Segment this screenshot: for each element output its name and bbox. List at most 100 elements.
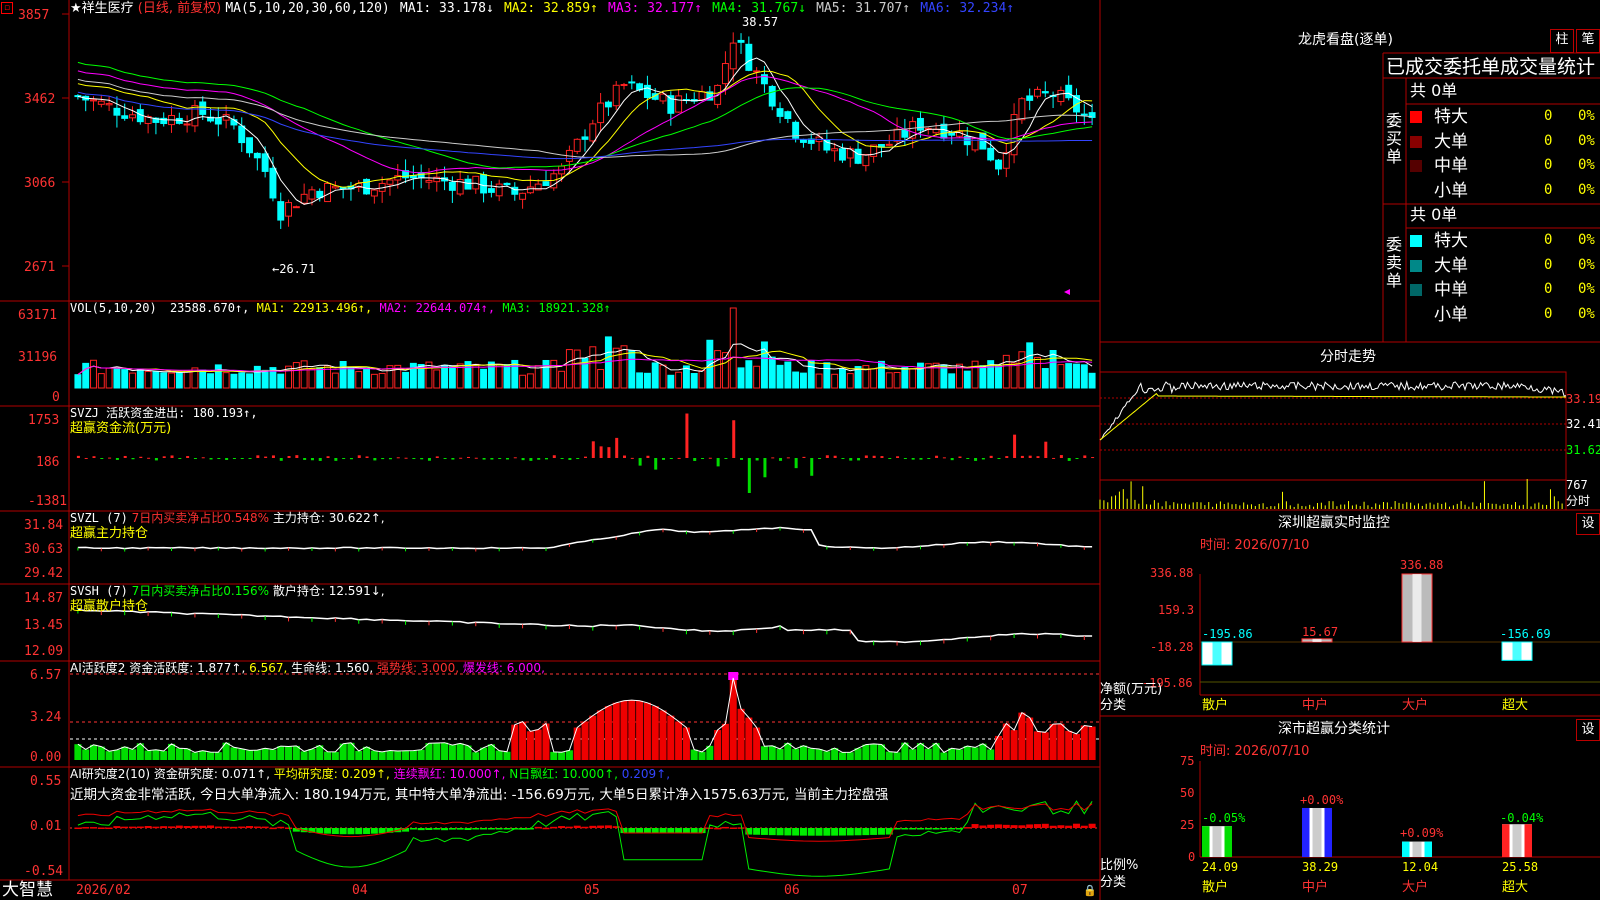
research-bar bbox=[183, 826, 191, 828]
fund-flow-bar bbox=[693, 458, 697, 461]
bar-mode-button[interactable]: 柱 bbox=[1550, 29, 1574, 53]
fund-flow-bar bbox=[443, 458, 447, 459]
activity-bar bbox=[862, 744, 870, 760]
classify-delta-label: +0.09% bbox=[1400, 826, 1444, 840]
ai-research-red: 连续飘红: 10.000↑, bbox=[393, 767, 506, 781]
volume-bar bbox=[643, 372, 651, 389]
classify-settings-button[interactable]: 设 bbox=[1576, 719, 1600, 741]
ai-active-header: AI活跃度2 资金活跃度: 1.877↑, 6.567, 生命线: 1.560,… bbox=[70, 661, 545, 676]
fund-flow-bar bbox=[427, 458, 431, 461]
research-bar bbox=[409, 828, 417, 830]
candle-body bbox=[300, 193, 308, 204]
research-bar bbox=[682, 828, 690, 834]
candle-body bbox=[487, 188, 495, 193]
volume-bar bbox=[542, 359, 550, 389]
stock-name[interactable]: ★祥生医疗 bbox=[70, 1, 134, 16]
volume-bar bbox=[885, 372, 893, 389]
research-bar bbox=[355, 828, 363, 835]
activity-bar bbox=[1018, 712, 1026, 760]
activity-bar bbox=[542, 723, 550, 760]
fund-flow-bar bbox=[217, 458, 221, 459]
main-chart-canvas[interactable] bbox=[0, 0, 1600, 900]
intraday-title[interactable]: 分时走势 bbox=[1320, 350, 1376, 365]
monitor-category: 中户 bbox=[1302, 698, 1329, 713]
vol-title: VOL(5,10,20) bbox=[70, 301, 157, 315]
fund-flow-bar bbox=[388, 458, 392, 460]
volume-bar bbox=[815, 373, 823, 389]
candle-body bbox=[292, 206, 300, 209]
fund-flow-bar bbox=[225, 458, 229, 460]
candle-body bbox=[121, 115, 129, 119]
ai-research-header: AI研究度2(10) 资金研究度: 0.071↑, 平均研究度: 0.209↑,… bbox=[70, 767, 670, 782]
activity-bar bbox=[253, 750, 261, 760]
order-row: 中单 0 0% bbox=[1406, 154, 1600, 178]
fund-flow-bar bbox=[498, 458, 502, 459]
activity-bar bbox=[604, 706, 612, 760]
activity-bar bbox=[979, 743, 987, 760]
research-bar bbox=[597, 825, 605, 828]
fund-flow-bar bbox=[318, 458, 322, 461]
candle-body bbox=[495, 183, 503, 197]
fund-flow-bar bbox=[927, 458, 931, 459]
fund-flow-bar bbox=[763, 458, 767, 478]
fund-flow-bar bbox=[1075, 458, 1079, 459]
research-bar bbox=[589, 825, 597, 828]
order-percent: 0% bbox=[1578, 305, 1595, 322]
order-size-label: 中单 bbox=[1434, 280, 1468, 300]
fund-flow-bar bbox=[911, 458, 915, 460]
order-row: 小单 0 0% bbox=[1406, 303, 1600, 327]
classify-delta-label: -0.05% bbox=[1202, 811, 1246, 825]
order-row: 大单 0 0% bbox=[1406, 130, 1600, 154]
fund-flow-bar bbox=[771, 457, 775, 459]
volume-bar bbox=[971, 360, 979, 389]
brand-label[interactable]: 大智慧 bbox=[2, 880, 53, 900]
classify-bar-shine bbox=[1312, 807, 1322, 857]
candle-body bbox=[589, 123, 597, 142]
dragon-tab-title[interactable]: 已成交委托单成交量统计 bbox=[1386, 56, 1595, 78]
fund-flow-bar bbox=[935, 455, 939, 458]
candle-body bbox=[370, 189, 378, 197]
candle-body bbox=[97, 100, 105, 105]
volume-bar bbox=[745, 360, 753, 389]
research-bar bbox=[1088, 823, 1096, 828]
monitor-title: 深圳超赢实时监控 bbox=[1278, 515, 1390, 531]
candle-body bbox=[1080, 113, 1088, 116]
volume-bar bbox=[784, 361, 792, 389]
activity-bar bbox=[870, 743, 878, 760]
fund-flow-bar bbox=[552, 455, 556, 458]
activity-bar bbox=[300, 751, 308, 760]
fund-flow-bar bbox=[1020, 455, 1024, 458]
candle-body bbox=[331, 185, 339, 189]
monitor-settings-button[interactable]: 设 bbox=[1576, 513, 1600, 535]
lock-icon[interactable]: 🔒 bbox=[1083, 883, 1097, 898]
ai-active-axis-label: 3.24 bbox=[30, 710, 62, 725]
candle-body bbox=[995, 159, 1002, 170]
research-bar bbox=[363, 828, 371, 834]
candle-body bbox=[230, 119, 238, 126]
fund-flow-bar bbox=[279, 458, 283, 461]
fund-flow-bar bbox=[513, 457, 517, 459]
volume-bar bbox=[1080, 364, 1088, 389]
corner-menu-button[interactable]: ▫ bbox=[1, 2, 13, 14]
order-count: 0 bbox=[1544, 157, 1553, 173]
fund-flow-bar bbox=[334, 458, 338, 461]
research-bar bbox=[784, 828, 792, 836]
research-bar bbox=[948, 828, 956, 830]
svsh-subtitle: 超赢散户持仓 bbox=[70, 599, 149, 614]
fund-flow-bar bbox=[1067, 458, 1071, 461]
fund-flow-bar bbox=[264, 456, 268, 458]
candle-body bbox=[620, 84, 628, 87]
fund-flow-bar bbox=[186, 456, 190, 458]
fund-flow-bar bbox=[958, 456, 962, 458]
research-bar bbox=[831, 828, 839, 836]
svzl-subtitle: 超赢主力持仓 bbox=[70, 526, 149, 541]
tick-mode-button[interactable]: 笔 bbox=[1576, 29, 1600, 53]
fund-flow-bar bbox=[646, 455, 650, 458]
research-bar bbox=[768, 828, 776, 836]
candle-body bbox=[675, 95, 683, 113]
chart-mode-label[interactable]: (日线, 前复权) bbox=[138, 1, 221, 16]
research-bar bbox=[776, 828, 784, 836]
candle-body bbox=[183, 123, 191, 126]
research-bar bbox=[246, 826, 254, 828]
activity-bar bbox=[636, 700, 644, 760]
